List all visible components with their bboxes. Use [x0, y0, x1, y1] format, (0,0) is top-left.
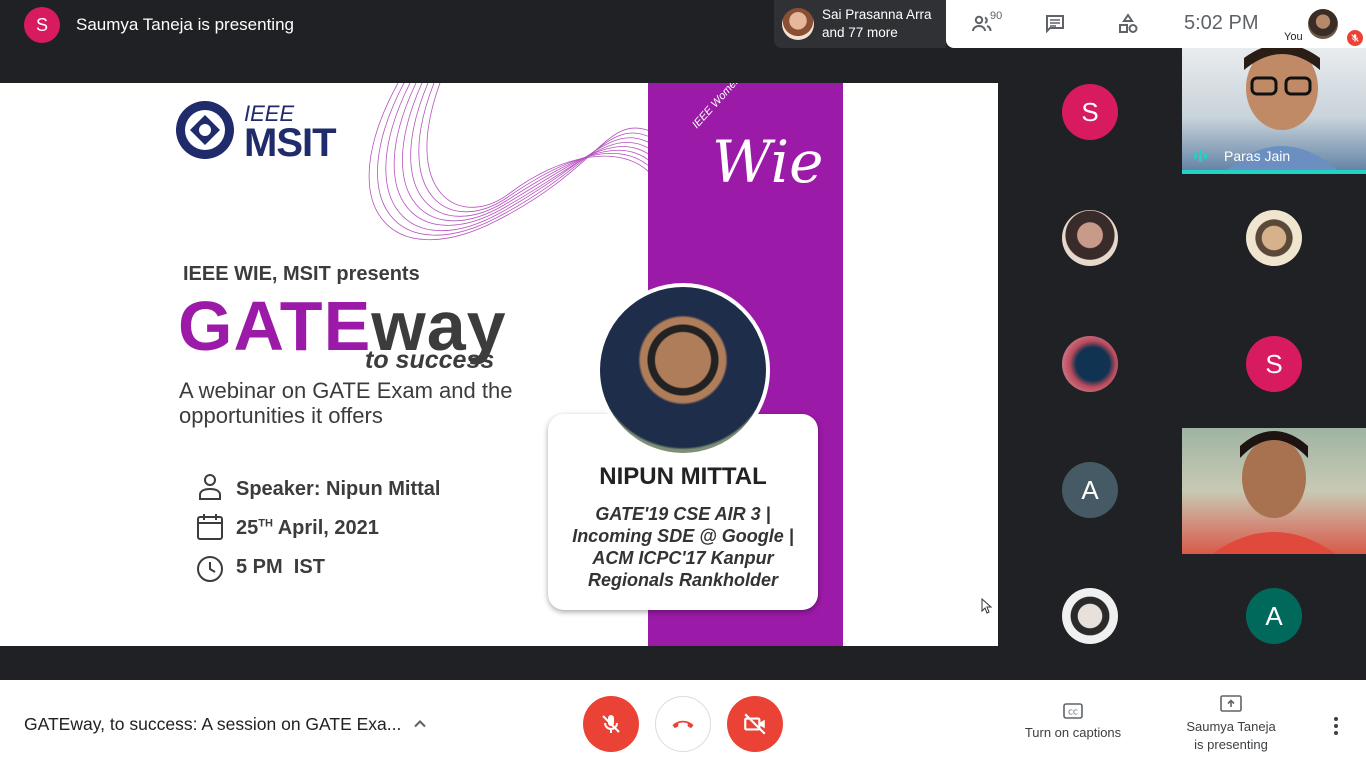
participant-avatar	[1062, 210, 1118, 266]
person-icon	[199, 474, 221, 500]
participant-grid: S Paras Jain S A A	[998, 48, 1366, 680]
meeting-controls: GATEway, to success: A session on GATE E…	[0, 680, 1366, 768]
mouse-cursor-icon	[981, 598, 993, 614]
participant-video-paras-jain[interactable]: Paras Jain	[1182, 48, 1366, 174]
phone-hangup-icon	[672, 720, 694, 729]
more-options-icon[interactable]	[1324, 714, 1348, 738]
wie-logo: Wie	[712, 128, 824, 196]
captions-button[interactable]: CC Turn on captions	[1012, 702, 1134, 742]
presenting-line2: is presenting	[1194, 737, 1268, 752]
clock: 5:02 PM	[1184, 12, 1259, 34]
participant-tile[interactable]	[1182, 174, 1366, 300]
ieee-msit-logo-icon	[176, 101, 234, 159]
title-gate: GATE	[178, 287, 372, 365]
wave-graphic	[368, 83, 650, 240]
captions-label: Turn on captions	[1024, 725, 1122, 740]
camera-toggle-button[interactable]	[727, 696, 783, 752]
date-day: 25	[236, 517, 259, 539]
participant-avatar: S	[1062, 84, 1118, 140]
participant-avatar: A	[1062, 462, 1118, 518]
participant-video[interactable]	[1182, 428, 1366, 554]
speaker-name: NIPUN MITTAL	[599, 463, 767, 490]
closed-captions-icon: CC	[1063, 703, 1083, 719]
participant-tile[interactable]: S	[998, 48, 1182, 174]
participant-name: Paras Jain	[1224, 148, 1291, 164]
date-rest: April, 2021	[272, 517, 379, 539]
participant-video-image	[1212, 431, 1336, 554]
camera-off-icon	[744, 713, 766, 735]
clock-icon	[197, 556, 223, 582]
join-name: Sai Prasanna Arra	[822, 7, 932, 22]
slide-description: A webinar on GATE Exam and the opportuni…	[179, 378, 513, 428]
participant-avatar: S	[1246, 336, 1302, 392]
event-time: 5 PM IST	[236, 556, 325, 578]
slide-subtitle: to success	[365, 346, 495, 374]
participant-tile[interactable]	[998, 552, 1182, 678]
participant-avatar	[1246, 210, 1302, 266]
chevron-up-icon[interactable]	[410, 714, 430, 734]
presentation-slide: IEEE MSIT IEEE Women in Engineering Wie …	[0, 83, 998, 646]
svg-text:CC: CC	[1068, 709, 1078, 717]
self-avatar	[1308, 9, 1338, 39]
you-label: You	[1284, 31, 1303, 43]
mic-off-icon	[602, 715, 620, 733]
join-more: and 77 more	[822, 25, 898, 40]
presenting-status: Saumya Taneja is presenting	[76, 15, 294, 34]
chat-icon[interactable]	[1043, 12, 1067, 36]
mic-toggle-button[interactable]	[583, 696, 639, 752]
speaker-description: GATE'19 CSE AIR 3 | Incoming SDE @ Googl…	[572, 504, 794, 590]
presenting-line1: Saumya Taneja	[1186, 719, 1276, 734]
speaker-photo	[596, 283, 770, 457]
calendar-icon	[197, 514, 223, 540]
meeting-info-bar: 90 5:02 PM	[946, 0, 1280, 48]
participant-tile[interactable]	[998, 300, 1182, 426]
leave-call-button[interactable]	[655, 696, 711, 752]
presenting-button[interactable]: Saumya Taneja is presenting	[1168, 694, 1294, 754]
slide-presents: IEEE WIE, MSIT presents	[183, 263, 420, 285]
speaking-indicator-icon	[1194, 150, 1207, 162]
meeting-title[interactable]: GATEway, to success: A session on GATE E…	[24, 714, 401, 735]
people-count: 90	[990, 10, 1003, 22]
presenter-avatar: S	[24, 7, 60, 43]
participant-avatar: A	[1246, 588, 1302, 644]
participant-tile[interactable]	[998, 174, 1182, 300]
participant-tile[interactable]: S	[1182, 300, 1366, 426]
speaker-label: Speaker: Nipun Mittal	[236, 478, 441, 500]
date-suffix: TH	[258, 517, 273, 530]
participant-tile[interactable]: A	[998, 426, 1182, 552]
mic-off-icon	[1347, 30, 1363, 46]
joiner-avatar	[782, 8, 814, 40]
logo-msit-text: MSIT	[244, 121, 337, 165]
present-screen-icon	[1220, 695, 1242, 712]
slide-bottom-bar	[0, 646, 998, 680]
join-notification-text: Sai Prasanna Arra and 77 more	[822, 6, 932, 42]
participant-avatar	[1062, 336, 1118, 392]
participant-tile[interactable]: A	[1182, 552, 1366, 678]
activities-icon[interactable]	[1116, 12, 1140, 36]
join-notification[interactable]: Sai Prasanna Arra and 77 more	[774, 0, 946, 48]
participant-avatar	[1062, 588, 1118, 644]
event-date: 25TH April, 2021	[236, 517, 379, 540]
